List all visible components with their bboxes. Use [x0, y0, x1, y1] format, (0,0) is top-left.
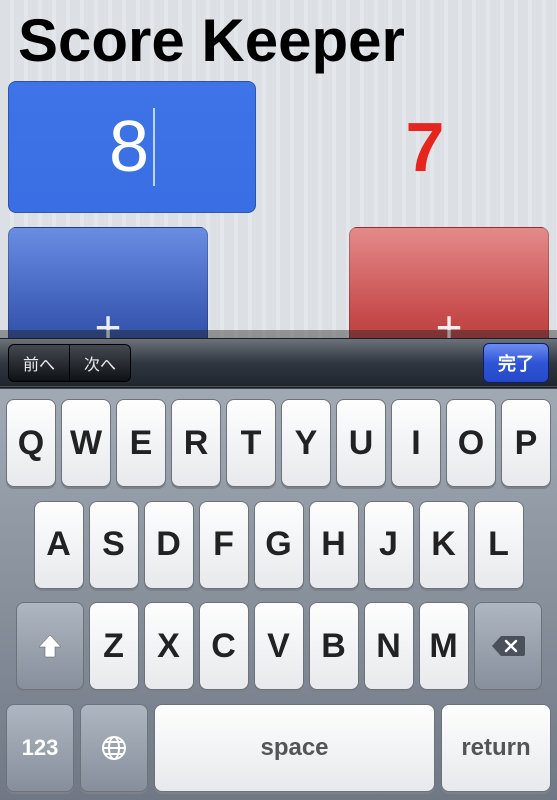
key-q[interactable]: Q	[6, 399, 56, 487]
key-c[interactable]: C	[199, 602, 249, 690]
key-space[interactable]: space	[154, 704, 435, 792]
shift-icon	[35, 631, 65, 661]
key-u[interactable]: U	[336, 399, 386, 487]
key-i[interactable]: I	[391, 399, 441, 487]
key-b[interactable]: B	[309, 602, 359, 690]
key-h[interactable]: H	[309, 501, 359, 589]
score-right-value: 7	[406, 107, 445, 187]
key-globe[interactable]	[80, 704, 148, 792]
next-button[interactable]: 次へ	[69, 345, 130, 381]
score-input-left[interactable]: 8	[8, 81, 256, 213]
key-k[interactable]: K	[419, 501, 469, 589]
key-m[interactable]: M	[419, 602, 469, 690]
key-y[interactable]: Y	[281, 399, 331, 487]
key-shift[interactable]	[16, 602, 84, 690]
app-area: Score Keeper 8 7 + +	[0, 0, 557, 380]
key-g[interactable]: G	[254, 501, 304, 589]
globe-icon	[99, 733, 129, 763]
prev-button[interactable]: 前へ	[9, 345, 69, 381]
key-v[interactable]: V	[254, 602, 304, 690]
done-button[interactable]: 完了	[483, 343, 549, 383]
key-d[interactable]: D	[144, 501, 194, 589]
keyboard-row-1: Q W E R T Y U I O P	[3, 399, 554, 487]
key-return[interactable]: return	[441, 704, 551, 792]
prev-next-segment: 前へ 次へ	[8, 344, 131, 382]
key-l[interactable]: L	[474, 501, 524, 589]
key-n[interactable]: N	[364, 602, 414, 690]
score-display-right[interactable]: 7	[301, 81, 549, 213]
key-r[interactable]: R	[171, 399, 221, 487]
key-e[interactable]: E	[116, 399, 166, 487]
key-z[interactable]: Z	[89, 602, 139, 690]
key-f[interactable]: F	[199, 501, 249, 589]
keyboard: Q W E R T Y U I O P A S D F G H J K L Z …	[0, 388, 557, 800]
score-left-value: 8	[109, 106, 149, 188]
app-title: Score Keeper	[0, 0, 557, 77]
backspace-icon	[491, 634, 525, 658]
key-mode-123[interactable]: 123	[6, 704, 74, 792]
keyboard-accessory-toolbar: 前へ 次へ 完了	[0, 338, 557, 388]
text-cursor	[153, 108, 155, 186]
key-j[interactable]: J	[364, 501, 414, 589]
key-x[interactable]: X	[144, 602, 194, 690]
key-s[interactable]: S	[89, 501, 139, 589]
score-row: 8 7	[0, 77, 557, 217]
key-backspace[interactable]	[474, 602, 542, 690]
keyboard-row-2: A S D F G H J K L	[3, 501, 554, 589]
key-t[interactable]: T	[226, 399, 276, 487]
key-a[interactable]: A	[34, 501, 84, 589]
keyboard-row-3: Z X C V B N M	[3, 602, 554, 690]
keyboard-row-4: 123 space return	[3, 704, 554, 792]
key-o[interactable]: O	[446, 399, 496, 487]
key-p[interactable]: P	[501, 399, 551, 487]
key-w[interactable]: W	[61, 399, 111, 487]
